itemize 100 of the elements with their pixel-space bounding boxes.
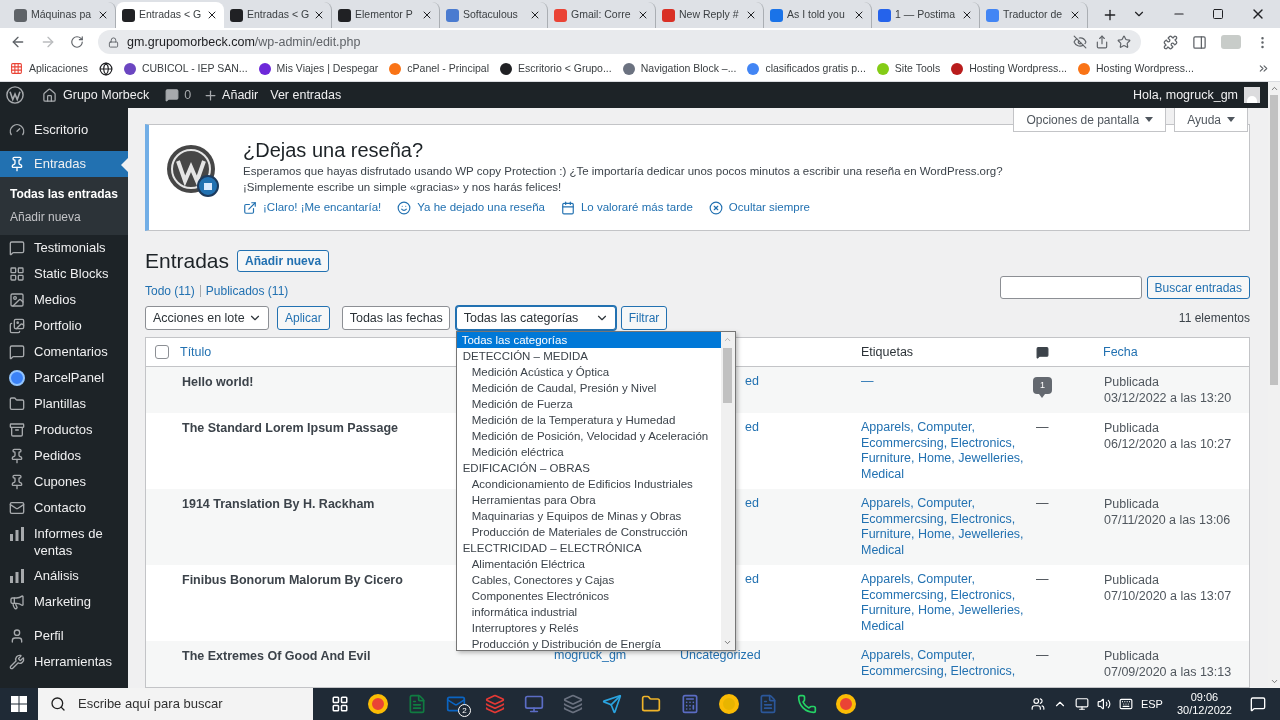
sidebar-item[interactable]: Perfil <box>0 623 128 649</box>
notice-link[interactable]: Lo valoraré más tarde <box>560 199 693 217</box>
sidebar-item[interactable]: Medios <box>0 287 128 313</box>
bookmark-item[interactable]: CUBICOL - IEP SAN... <box>123 60 248 77</box>
bookmark-item[interactable]: Site Tools <box>876 60 941 77</box>
account-link[interactable]: Hola, mogruck_gm <box>1133 85 1260 105</box>
post-title-link[interactable]: The Standard Lorem Ipsum Passage <box>176 420 399 482</box>
wordpress-logo-icon[interactable] <box>6 86 24 104</box>
author-link[interactable]: mogruck_gm <box>546 648 627 662</box>
dropdown-option[interactable]: Herramientas para Obra <box>456 492 721 508</box>
category-link[interactable]: ed <box>745 496 759 510</box>
volume-icon[interactable] <box>1096 697 1111 711</box>
sidebar-item[interactable]: Cupones <box>0 469 128 495</box>
close-icon[interactable] <box>529 9 541 21</box>
post-title-link[interactable]: Hello world! <box>176 374 254 406</box>
post-title-link[interactable]: The Extremes Of Good And Evil <box>176 648 371 680</box>
dropdown-option[interactable]: Cables, Conectores y Cajas <box>456 572 721 588</box>
dropdown-option[interactable]: EDIFICACIÓN – OBRAS <box>456 460 721 476</box>
address-bar[interactable]: gm.grupomorbeck.com/wp-admin/edit.php <box>98 30 1141 54</box>
submenu-item[interactable]: Añadir nueva <box>0 206 128 229</box>
paper-plane-icon[interactable] <box>602 694 622 714</box>
dropdown-option[interactable]: Medición de Fuerza <box>456 396 721 412</box>
sidebar-item[interactable]: Escritorio <box>0 117 128 143</box>
screen-meta-tab[interactable]: Ayuda <box>1174 108 1248 132</box>
sidebar-item[interactable]: Static Blocks <box>0 261 128 287</box>
dropdown-option[interactable]: DETECCIÓN – MEDIDA <box>456 348 721 364</box>
dropdown-option[interactable]: Acondicionamiento de Edificios Industriales <box>456 476 721 492</box>
dropdown-option[interactable]: Componentes Electrónicos <box>456 588 721 604</box>
select-all-checkbox[interactable] <box>155 345 169 359</box>
site-link[interactable]: Grupo Morbeck <box>42 85 150 105</box>
dropdown-option[interactable]: Todas las categorías <box>456 332 721 348</box>
sidebar-item[interactable]: Comentarios <box>0 339 128 365</box>
keyboard-icon[interactable] <box>1118 697 1133 711</box>
notice-link[interactable]: ¡Claro! ¡Me encantaría! <box>243 199 382 217</box>
add-new-button[interactable]: Añadir nueva <box>237 250 330 272</box>
dropdown-option[interactable]: Medición de la Temperatura y Humedad <box>456 412 721 428</box>
bookmark-item[interactable]: Hosting Wordpress... <box>951 60 1067 77</box>
notice-link[interactable]: Ocultar siempre <box>708 199 810 217</box>
sidebar-item[interactable]: Contacto <box>0 495 128 521</box>
extensions-icon[interactable] <box>1163 34 1178 50</box>
more-bookmarks-icon[interactable] <box>1257 62 1270 75</box>
category-link[interactable]: Uncategorized <box>680 648 761 662</box>
eye-slash-icon[interactable] <box>1073 35 1087 49</box>
calculator-icon[interactable] <box>680 694 700 714</box>
people-icon[interactable] <box>1030 697 1045 711</box>
search-field[interactable] <box>999 276 1142 299</box>
bookmark-item[interactable]: clasificados gratis p... <box>747 60 866 77</box>
network-icon[interactable] <box>1074 697 1089 711</box>
submenu-item[interactable]: Todas las entradas <box>0 183 128 206</box>
scroll-up-icon[interactable] <box>1269 84 1279 93</box>
bookmark-item[interactable]: Hosting Wordpress... <box>1078 60 1194 77</box>
close-icon[interactable] <box>961 9 973 21</box>
new-tab-icon[interactable] <box>1102 7 1118 23</box>
category-select[interactable]: Todas las categorías <box>455 306 616 330</box>
sidebar-item[interactable]: Productos <box>0 417 128 443</box>
folder-icon[interactable] <box>641 694 661 714</box>
date-filter-select[interactable]: Todas las fechas <box>341 306 450 330</box>
column-header[interactable]: Título <box>176 342 212 362</box>
maximize-icon[interactable] <box>1212 8 1224 20</box>
windows-start-icon[interactable] <box>11 696 27 712</box>
sidebar-item[interactable]: Testimonials <box>0 235 128 261</box>
post-title-link[interactable]: 1914 Translation By H. Rackham <box>176 496 375 558</box>
search-button[interactable]: Buscar entradas <box>1146 276 1250 299</box>
mail-icon[interactable] <box>446 694 466 714</box>
comments-link[interactable]: 0 <box>165 85 192 105</box>
column-header[interactable]: Fecha <box>1096 342 1138 362</box>
sidebar-item[interactable]: Herramientas <box>0 649 128 675</box>
dropdown-option[interactable]: Producción de Materiales de Construcción <box>456 524 721 540</box>
dropdown-option[interactable]: Interruptores y Relés <box>456 620 721 636</box>
close-icon[interactable] <box>421 9 433 21</box>
close-icon[interactable] <box>745 9 757 21</box>
dropdown-option[interactable]: informática industrial <box>456 604 721 620</box>
view-filter-link[interactable]: Todo (11) <box>145 282 195 300</box>
close-icon[interactable] <box>853 9 865 21</box>
notice-link[interactable]: Ya he dejado una reseña <box>397 199 545 217</box>
bulk-actions-select[interactable]: Acciones en lote <box>145 306 269 330</box>
dropdown-option[interactable]: Medición Acústica y Óptica <box>456 364 721 380</box>
apply-button[interactable]: Aplicar <box>277 306 330 330</box>
category-link[interactable]: ed <box>745 374 759 388</box>
bookmark-star-icon[interactable] <box>1117 35 1131 49</box>
clock[interactable]: 09:06 30/12/2022 <box>1176 691 1232 717</box>
view-posts-link[interactable]: Ver entradas <box>270 85 342 105</box>
bookmark-item[interactable]: Mis Viajes | Despegar <box>258 60 379 77</box>
view-filter-link[interactable]: Publicados (11) <box>205 282 289 300</box>
monitor-icon[interactable] <box>524 694 544 714</box>
dropdown-option[interactable]: Producción y Distribución de Energía <box>456 636 721 650</box>
language-indicator[interactable]: ESP <box>1140 695 1163 713</box>
bookmark-item[interactable]: Navigation Block –... <box>622 60 737 77</box>
category-link[interactable]: ed <box>745 420 759 434</box>
dropdown-option[interactable]: Medición de Caudal, Presión y Nivel <box>456 380 721 396</box>
sidebar-item[interactable]: ParcelPanel <box>0 365 128 391</box>
browser-icon[interactable] <box>368 694 388 714</box>
sidebar-item[interactable]: Portfolio <box>0 313 128 339</box>
scroll-down-icon[interactable] <box>723 638 733 647</box>
sidebar-item[interactable]: Análisis <box>0 563 128 589</box>
browser-tab[interactable]: Entradas < G <box>116 2 224 28</box>
task-view-icon[interactable] <box>331 695 349 713</box>
phone-icon[interactable] <box>797 694 817 714</box>
filter-button[interactable]: Filtrar <box>620 306 668 330</box>
share-icon[interactable] <box>1095 35 1109 49</box>
